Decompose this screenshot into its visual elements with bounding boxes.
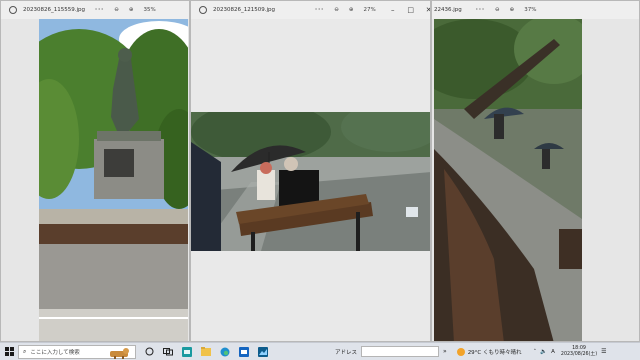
system-tray: ˄ 🔈 A: [530, 349, 555, 355]
windows-start-icon[interactable]: [0, 347, 18, 356]
address-label: アドレス: [335, 349, 358, 356]
zoom-in-icon[interactable]: ⊕: [510, 7, 515, 13]
photo-park-path: [434, 19, 582, 341]
weather-widget[interactable]: 29°C くもり時々晴れ: [456, 347, 522, 356]
close-icon[interactable]: ✕: [420, 6, 430, 14]
address-toolbar: アドレス »: [335, 346, 447, 357]
notification-icon[interactable]: ☰: [601, 348, 606, 355]
weather-text: 29°C くもり時々晴れ: [467, 349, 522, 356]
more-icon[interactable]: ···: [95, 7, 104, 13]
taskbar-search-box[interactable]: ⌕ ここに入力して検索: [18, 344, 136, 359]
file-name: 20230826_115559.jpg: [23, 7, 85, 13]
more-icon[interactable]: ···: [476, 7, 485, 13]
photo-bench-rain: [191, 112, 430, 251]
file-name: 22436.jpg: [434, 7, 462, 13]
title-bar[interactable]: 20230826_121509.jpg ··· ⊖ ⊕ 27% – □ ✕: [191, 1, 430, 19]
photos-app-icon[interactable]: [256, 345, 270, 359]
task-view-icon[interactable]: [142, 345, 156, 359]
zoom-level: 35%: [143, 7, 156, 13]
app-icon: [9, 6, 17, 14]
zoom-out-icon[interactable]: ⊖: [495, 7, 500, 13]
zoom-in-icon[interactable]: ⊕: [129, 7, 134, 13]
app-icon: [199, 6, 207, 14]
clock[interactable]: 18:09 2023/08/26(土): [561, 346, 597, 358]
title-bar[interactable]: 22436.jpg ··· ⊖ ⊕ 37%: [432, 1, 639, 19]
more-icon[interactable]: ···: [315, 7, 324, 13]
app-icon-teal[interactable]: [180, 345, 194, 359]
search-highlight-illustration: [110, 347, 129, 359]
multitask-icon[interactable]: [161, 345, 175, 359]
photo-viewer-window-3[interactable]: 22436.jpg ··· ⊖ ⊕ 37%: [431, 0, 640, 342]
photo-viewer-window-1[interactable]: 20230826_115559.jpg ··· ⊖ ⊕ 35%: [0, 0, 190, 342]
address-go-icon[interactable]: »: [443, 348, 447, 355]
zoom-out-icon[interactable]: ⊖: [114, 7, 119, 13]
zoom-level: 27%: [363, 7, 376, 13]
tray-chevron-icon[interactable]: ˄: [534, 349, 537, 355]
weather-icon: [456, 347, 465, 356]
taskbar: ⌕ ここに入力して検索 アドレス » 29°C くもり時々晴れ ˄ 🔈 A 18…: [0, 342, 640, 360]
zoom-level: 37%: [524, 7, 537, 13]
photo-statue: [39, 19, 188, 341]
file-name: 20230826_121509.jpg: [213, 7, 275, 13]
edge-icon[interactable]: [218, 345, 232, 359]
volume-icon[interactable]: 🔈: [540, 349, 547, 355]
title-bar[interactable]: 20230826_115559.jpg ··· ⊖ ⊕ 35%: [1, 1, 189, 19]
photo-viewer-window-2[interactable]: 20230826_121509.jpg ··· ⊖ ⊕ 27% – □ ✕: [190, 0, 431, 342]
minimize-icon[interactable]: –: [384, 6, 402, 14]
search-placeholder: ここに入力して検索: [30, 349, 80, 356]
zoom-in-icon[interactable]: ⊕: [349, 7, 354, 13]
address-input[interactable]: [361, 346, 440, 357]
maximize-icon[interactable]: □: [402, 6, 420, 14]
clock-date: 2023/08/26(土): [560, 351, 598, 357]
mail-icon[interactable]: [237, 345, 251, 359]
ime-indicator[interactable]: A: [551, 349, 555, 355]
taskbar-pinned-apps: [142, 345, 275, 359]
explorer-icon[interactable]: [199, 345, 213, 359]
search-icon: ⌕: [23, 347, 27, 355]
zoom-out-icon[interactable]: ⊖: [334, 7, 339, 13]
